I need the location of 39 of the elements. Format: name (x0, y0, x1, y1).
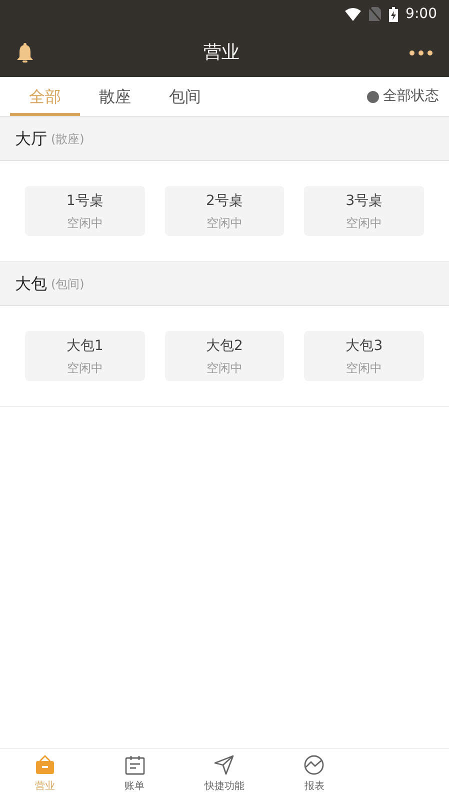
nav-item[interactable]: 报表 (269, 749, 360, 798)
table-status: 空闲中 (66, 214, 103, 232)
chart-icon (303, 754, 326, 776)
table-name: 3号桌 (346, 192, 383, 210)
wifi-icon (344, 8, 361, 20)
nav-item[interactable]: 快捷功能 (180, 749, 270, 798)
table-status: 空闲中 (206, 214, 242, 232)
table-status: 空闲中 (346, 214, 382, 232)
paper-plane-icon (213, 754, 236, 776)
table-card[interactable]: 1号桌 空闲中 (25, 186, 145, 236)
table-card[interactable]: 大包3 空闲中 (304, 331, 424, 381)
table-name: 大包2 (206, 336, 243, 356)
table-card[interactable]: 大包1 空闲中 (25, 331, 145, 381)
bell-icon[interactable] (16, 42, 34, 62)
table-name: 2号桌 (206, 192, 243, 210)
calendar-icon (124, 754, 146, 776)
table-card[interactable]: 大包2 空闲中 (164, 331, 284, 381)
tab[interactable]: 散座 (80, 77, 150, 116)
section-title: 大厅 (15, 128, 47, 150)
table-card[interactable]: 2号桌 空闲中 (164, 186, 284, 236)
no-sim-icon (368, 7, 381, 21)
table-name: 大包3 (346, 336, 383, 356)
section-subtitle: (散座) (51, 130, 84, 148)
page-title: 营业 (204, 41, 240, 65)
tab[interactable]: 包间 (150, 77, 220, 116)
table-status: 空闲中 (346, 360, 382, 376)
section-subtitle: (包间) (51, 276, 84, 292)
table-status: 空闲中 (206, 360, 242, 376)
table-card[interactable]: 3号桌 空闲中 (304, 186, 424, 236)
battery-icon (388, 6, 398, 22)
more-icon[interactable] (409, 50, 433, 56)
shop-icon (34, 754, 56, 776)
table-name: 1号桌 (66, 192, 104, 210)
table-name: 大包1 (66, 336, 104, 356)
table-status: 空闲中 (66, 360, 103, 376)
section-title: 大包 (15, 272, 47, 294)
nav-item[interactable]: 账单 (90, 749, 180, 798)
status-filter[interactable]: 全部状态 (367, 77, 439, 116)
status-time: 9:00 (406, 4, 437, 24)
